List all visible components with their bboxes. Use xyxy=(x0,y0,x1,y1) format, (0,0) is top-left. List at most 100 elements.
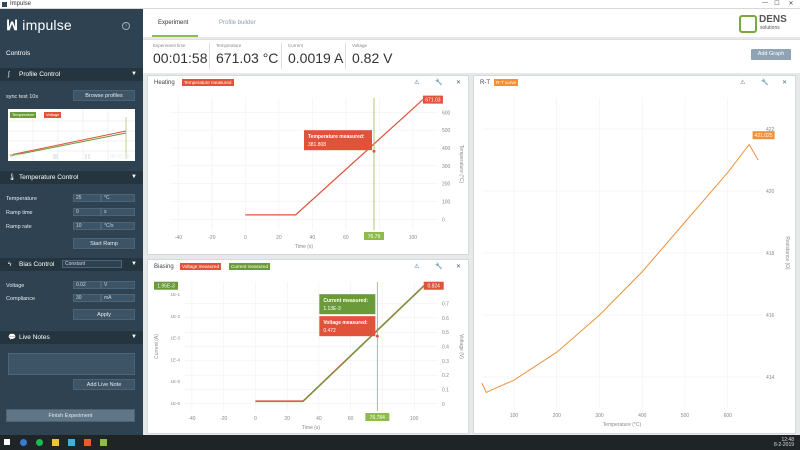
y-tick-label: 500 xyxy=(442,128,451,134)
legend-current-measured[interactable]: Current measured xyxy=(229,263,271,270)
legend-voltage: Voltage xyxy=(44,112,62,118)
tooltip-current-title: Current measured: xyxy=(323,298,368,304)
chevron-down-icon: ▼ xyxy=(131,334,137,340)
file-explorer-icon[interactable] xyxy=(52,439,59,446)
biasing-chart[interactable]: -40-2002040608010000.10.20.30.40.50.60.7… xyxy=(148,274,470,435)
window-title: Impulse xyxy=(10,1,32,7)
compliance-unit: mA xyxy=(101,294,135,302)
y-left-tick-label: 1E-2 xyxy=(170,314,180,319)
wrench-icon[interactable]: 🔧 xyxy=(435,263,442,270)
add-graph-button[interactable]: Add Graph xyxy=(751,49,791,60)
ramp-rate-input[interactable]: 10 xyxy=(73,222,101,230)
live-notes-header[interactable]: 💬 Live Notes ▼ xyxy=(0,331,143,344)
warning-icon[interactable]: ⚠ xyxy=(740,79,745,86)
voltage-input[interactable]: 0.02 xyxy=(73,281,101,289)
tooltip-voltage-title: Voltage measured: xyxy=(323,320,368,326)
profile-name: sync test 10s xyxy=(6,94,39,100)
hover-point xyxy=(375,334,379,338)
compliance-input[interactable]: 30 xyxy=(73,294,101,302)
panel-title: Biasing xyxy=(154,264,174,270)
wrench-icon[interactable]: 🔧 xyxy=(761,79,768,86)
close-icon[interactable]: ✕ xyxy=(782,79,787,86)
add-live-note-button[interactable]: Add Live Note xyxy=(73,379,135,390)
legend-rt-curve[interactable]: R-T curve xyxy=(494,79,519,86)
y-right-tick-label: 0.2 xyxy=(442,373,449,379)
x-tick-label: 100 xyxy=(410,416,419,422)
x-tick-label: 500 xyxy=(681,413,690,419)
browse-profiles-button[interactable]: Browse profiles xyxy=(73,90,135,101)
y-right-tick-label: 0 xyxy=(442,402,445,408)
warning-icon[interactable]: ⚠ xyxy=(414,79,419,86)
minimize-button[interactable]: — xyxy=(760,0,770,6)
heating-panel: Heating Temperature measured ⚠ 🔧 ✕ -40 -2… xyxy=(147,75,469,255)
wrench-icon[interactable]: 🔧 xyxy=(435,79,442,86)
app-icon[interactable] xyxy=(68,439,75,446)
ramp-rate-unit: °C/s xyxy=(101,222,135,230)
tab-profile-builder[interactable]: Profile builder xyxy=(219,20,256,26)
finish-experiment-button[interactable]: Finish Experiment xyxy=(6,409,135,422)
chevron-down-icon: ▼ xyxy=(131,261,137,267)
bias-mode-select[interactable]: Constant xyxy=(62,260,122,268)
chevron-down-icon: ▼ xyxy=(131,71,137,77)
tab-experiment[interactable]: Experiment xyxy=(158,20,188,26)
tooltip-title: Temperature measured: xyxy=(308,134,365,140)
stop-icon[interactable] xyxy=(53,154,58,159)
maximize-button[interactable]: ☐ xyxy=(772,0,782,7)
temperature-input[interactable]: 25 xyxy=(73,194,101,202)
readout-temperature: Temperature 671.03 °C xyxy=(210,43,282,69)
close-window-button[interactable]: ✕ xyxy=(786,0,796,7)
tooltip-current-value: 1.13E-3 xyxy=(323,306,341,312)
cursor-value: 76.784 xyxy=(370,415,386,421)
live-notes-textarea[interactable] xyxy=(8,353,135,375)
brand-tagline: solutions xyxy=(760,25,780,31)
app-icon[interactable] xyxy=(84,439,91,446)
close-icon[interactable]: ✕ xyxy=(456,79,461,86)
legend-temperature-measured[interactable]: Temperature measured xyxy=(182,79,234,86)
temperature-control-header[interactable]: 🌡 Temperature Control ▼ xyxy=(0,171,143,184)
x-tick-label: 100 xyxy=(409,235,418,241)
legend-voltage-measured[interactable]: Voltage measured xyxy=(180,263,222,270)
music-app-icon[interactable] xyxy=(36,439,43,446)
profile-control-header[interactable]: ∫ Profile Control ▼ xyxy=(0,68,143,81)
y-left-tick-label: 1E-3 xyxy=(170,336,180,341)
legend-temperature: Temperature xyxy=(10,112,37,118)
close-icon[interactable]: ✕ xyxy=(456,263,461,270)
x-axis-label: Time (s) xyxy=(302,425,320,431)
warning-icon[interactable]: ⚠ xyxy=(414,263,419,270)
time-start: 00:01:11 xyxy=(8,154,28,160)
windows-start-icon[interactable] xyxy=(4,439,10,445)
time-end: 00:01:48 xyxy=(110,154,130,160)
x-tick-label: 20 xyxy=(284,416,290,422)
rt-chart[interactable]: 100 200 300 400 500 600414416418420422Tempera… xyxy=(474,90,797,435)
impulse-taskbar-icon[interactable] xyxy=(100,439,107,446)
biasing-panel-header: Biasing Voltage measured Current measure… xyxy=(148,260,468,274)
compliance-label: Compliance xyxy=(6,296,36,302)
tooltip-voltage-value: 0.472 xyxy=(323,328,336,334)
y-left-tick-label: 1E-4 xyxy=(170,357,180,362)
ramp-time-input[interactable]: 0 xyxy=(73,208,101,216)
y-tick-label: 300 xyxy=(442,164,451,170)
apply-button[interactable]: Apply xyxy=(73,309,135,320)
ramp-rate-label: Ramp rate xyxy=(6,224,32,230)
clock-date: 8-2-2019 xyxy=(773,442,794,448)
y-tick-label: 418 xyxy=(766,251,775,257)
readout-current: Current 0.0019 A xyxy=(282,43,346,69)
heating-chart[interactable]: -40-200204060801000100200300400500600Tim… xyxy=(148,90,470,256)
pause-icon[interactable] xyxy=(85,154,90,159)
brand-name: DENS xyxy=(759,14,787,25)
x-tick-label: 40 xyxy=(316,416,322,422)
x-tick-label: 60 xyxy=(348,416,354,422)
y-tick-label: 600 xyxy=(442,110,451,116)
y-right-tick-label: 0.3 xyxy=(442,359,449,365)
y-left-tick-label: 1E-6 xyxy=(170,401,180,406)
biasing-panel: Biasing Voltage measured Current measure… xyxy=(147,259,469,434)
panel-title: Heating xyxy=(154,80,175,86)
voltage-unit: V xyxy=(101,281,135,289)
info-icon[interactable]: i xyxy=(122,22,130,30)
y-left-tick-label: 1E-1 xyxy=(170,292,180,297)
system-clock[interactable]: 12:48 8-2-2019 xyxy=(774,438,794,448)
rt-panel-header: R-T R-T curve ⚠ 🔧 ✕ xyxy=(474,76,795,90)
start-ramp-button[interactable]: Start Ramp xyxy=(73,238,135,249)
browser-icon[interactable] xyxy=(20,439,27,446)
y-tick-label: 420 xyxy=(766,189,775,195)
